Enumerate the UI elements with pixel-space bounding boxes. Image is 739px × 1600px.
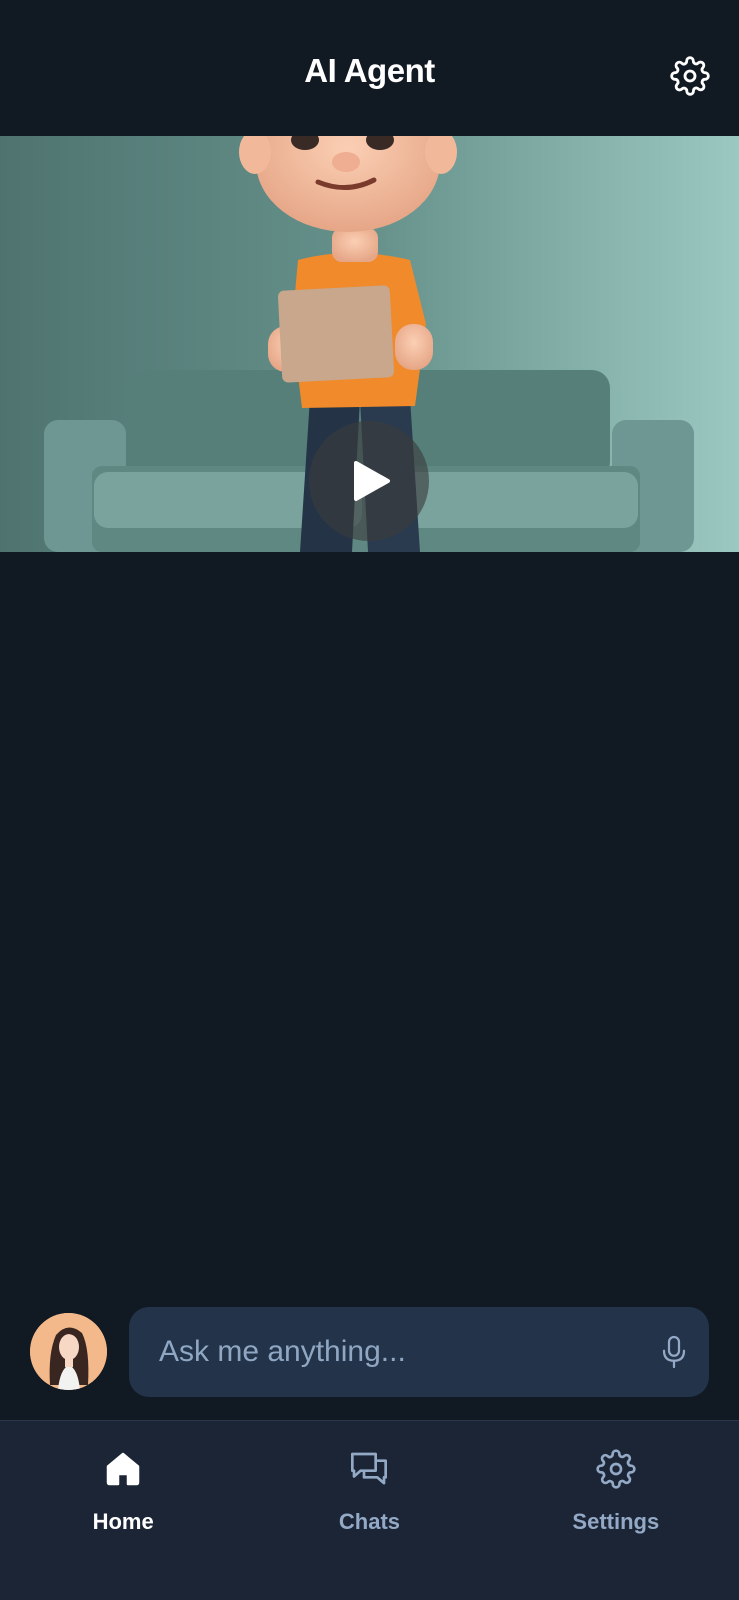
play-icon	[354, 461, 390, 501]
page-title: AI Agent	[304, 52, 435, 89]
nav-label-chats: Chats	[338, 1509, 401, 1534]
nav-item-home[interactable]: Home	[0, 1421, 246, 1600]
user-avatar[interactable]	[30, 1313, 107, 1390]
message-input-container	[129, 1307, 709, 1397]
nav-item-settings[interactable]: Settings	[493, 1421, 739, 1600]
nav-label-settings: Settings	[572, 1509, 660, 1534]
gear-icon	[596, 1449, 636, 1489]
app-header: AI Agent	[0, 0, 739, 136]
play-button[interactable]	[309, 421, 429, 541]
avatar-illustration	[30, 1313, 107, 1390]
message-input[interactable]	[129, 1307, 639, 1397]
app-screen: AI Agent Ask me anything... Home Chats S…	[0, 0, 739, 1600]
microphone-button[interactable]	[639, 1307, 709, 1397]
nav-item-chats[interactable]: Chats	[246, 1421, 492, 1600]
microphone-icon	[662, 1335, 686, 1369]
video-player[interactable]	[0, 136, 739, 552]
settings-button[interactable]	[668, 54, 712, 98]
nav-label-home: Home	[92, 1509, 154, 1534]
chat-bubbles-icon	[351, 1452, 388, 1485]
home-icon	[106, 1452, 140, 1486]
bottom-navigation: Home Chats Settings	[0, 1420, 739, 1600]
gear-icon	[670, 56, 710, 96]
